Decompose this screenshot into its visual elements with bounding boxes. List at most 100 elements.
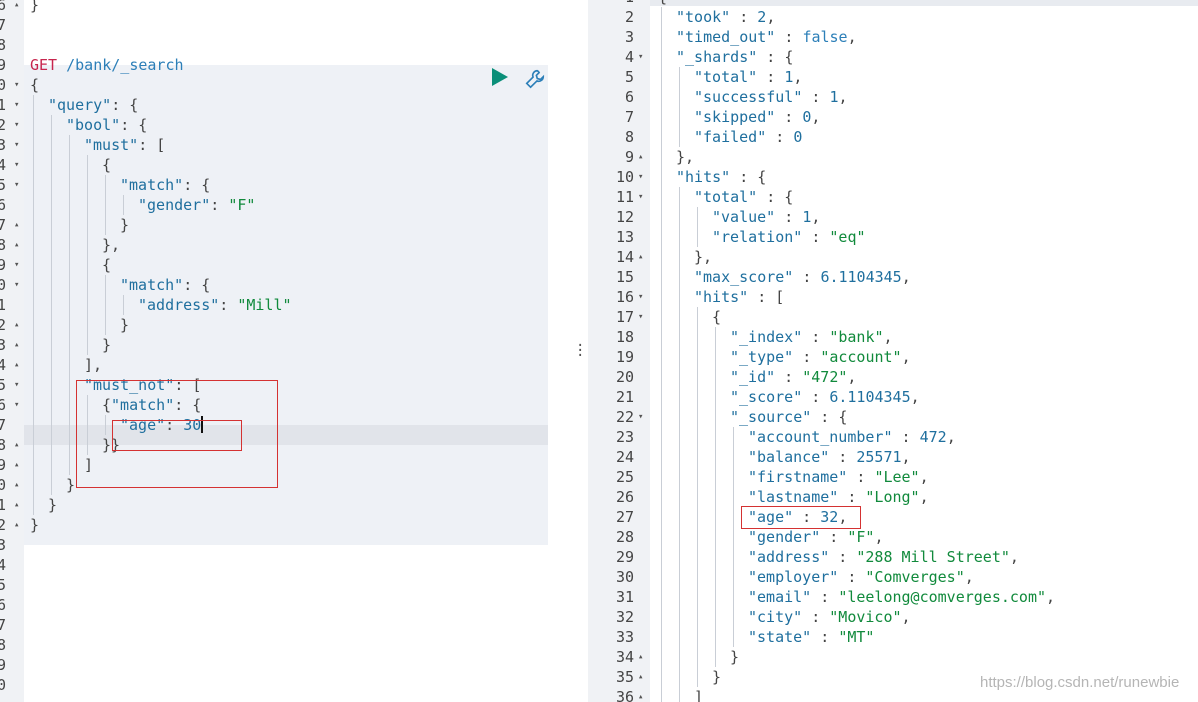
fold-collapse-icon[interactable]: ▾ <box>14 75 19 95</box>
fold-collapse-icon[interactable]: ▾ <box>638 47 643 67</box>
code-token: : <box>811 628 839 646</box>
indent-guide <box>87 255 88 275</box>
fold-collapse-icon[interactable]: ▾ <box>14 115 19 135</box>
fold-collapse-icon[interactable]: ▾ <box>14 375 19 395</box>
code-token: "query" <box>48 96 112 114</box>
fold-expand-icon[interactable]: ▴ <box>14 0 19 15</box>
indent-guide <box>661 27 662 47</box>
code-token: , <box>1046 588 1056 606</box>
indent-guide <box>733 487 734 507</box>
fold-expand-icon[interactable]: ▴ <box>14 335 19 355</box>
indent-guide <box>33 135 34 155</box>
fold-collapse-icon[interactable]: ▾ <box>638 307 643 327</box>
request-line: 3 ▴} <box>0 335 570 355</box>
request-line: 9 GET /bank/_search <box>0 55 570 75</box>
code-token: } <box>30 0 40 14</box>
indent-guide <box>661 87 662 107</box>
fold-expand-icon[interactable]: ▴ <box>14 435 19 455</box>
fold-expand-icon[interactable]: ▴ <box>638 647 643 667</box>
fold-expand-icon[interactable]: ▴ <box>14 515 19 535</box>
indent-guide <box>715 547 716 567</box>
code-token: GET <box>30 56 58 74</box>
code-token: 1 <box>829 88 839 106</box>
indent-guide <box>51 215 52 235</box>
indent-guide <box>105 315 106 335</box>
code-token: : [ <box>138 136 166 154</box>
code-text: } <box>30 335 111 355</box>
play-icon[interactable] <box>492 68 508 86</box>
fold-expand-icon[interactable]: ▴ <box>14 215 19 235</box>
line-number: 34 <box>615 648 634 666</box>
code-token: : <box>892 428 920 446</box>
code-token: } <box>48 496 58 514</box>
line-number: 8 <box>624 128 634 146</box>
fold-expand-icon[interactable]: ▴ <box>638 247 643 267</box>
request-line: 5 <box>0 575 570 595</box>
fold-collapse-icon[interactable]: ▾ <box>14 395 19 415</box>
line-number: 21 <box>615 388 634 406</box>
code-token: : <box>802 228 830 246</box>
line-number: 22 <box>615 408 634 426</box>
indent-guide <box>33 355 34 375</box>
code-text: "max_score" : 6.1104345, <box>658 267 911 287</box>
line-number: 16 <box>615 288 634 306</box>
indent-guide <box>679 647 680 667</box>
fold-collapse-icon[interactable]: ▾ <box>14 135 19 155</box>
vertical-grip-icon[interactable]: · · · <box>576 339 584 363</box>
fold-collapse-icon[interactable]: ▾ <box>14 95 19 115</box>
indent-guide <box>661 147 662 167</box>
line-number: 6 <box>0 596 6 614</box>
fold-expand-icon[interactable]: ▴ <box>638 667 643 687</box>
fold-expand-icon[interactable]: ▴ <box>638 147 643 167</box>
indent-guide <box>87 275 88 295</box>
line-number: 36 <box>615 688 634 702</box>
fold-expand-icon[interactable]: ▴ <box>14 455 19 475</box>
line-number: 33 <box>615 628 634 646</box>
fold-expand-icon[interactable]: ▴ <box>14 315 19 335</box>
wrench-icon[interactable] <box>524 68 546 90</box>
code-token: "address" <box>138 296 220 314</box>
indent-guide <box>679 247 680 267</box>
fold-collapse-icon[interactable]: ▾ <box>638 0 643 7</box>
fold-expand-icon[interactable]: ▴ <box>638 687 643 702</box>
fold-collapse-icon[interactable]: ▾ <box>638 167 643 187</box>
code-text: } <box>30 475 75 495</box>
fold-expand-icon[interactable]: ▴ <box>14 235 19 255</box>
fold-collapse-icon[interactable]: ▾ <box>14 175 19 195</box>
line-number: 27 <box>615 508 634 526</box>
indent-guide <box>679 87 680 107</box>
fold-expand-icon[interactable]: ▴ <box>14 475 19 495</box>
fold-expand-icon[interactable]: ▴ <box>14 495 19 515</box>
indent-guide <box>661 267 662 287</box>
fold-collapse-icon[interactable]: ▾ <box>14 275 19 295</box>
fold-collapse-icon[interactable]: ▾ <box>638 287 643 307</box>
indent-guide <box>51 355 52 375</box>
fold-expand-icon[interactable]: ▴ <box>14 355 19 375</box>
request-editor[interactable]: 6 ▴} 7 8 9 GET /bank/_search 0 ▾{1 ▾ "query": {2 ▾… <box>0 0 570 702</box>
watermark: https://blog.csdn.net/runewbie <box>980 674 1180 691</box>
line-number: 9 <box>624 148 634 166</box>
request-line: 1 ▴} <box>0 495 570 515</box>
indent-guide <box>105 215 106 235</box>
fold-collapse-icon[interactable]: ▾ <box>14 255 19 275</box>
fold-collapse-icon[interactable]: ▾ <box>638 407 643 427</box>
indent-guide <box>33 495 34 515</box>
request-line: 5 ▾ "match": { <box>0 175 570 195</box>
code-token: "472" <box>802 368 848 386</box>
code-token: "match" <box>120 276 184 294</box>
indent-guide <box>715 507 716 527</box>
code-token: 6.1104345 <box>820 268 902 286</box>
code-text: "hits" : [ <box>658 287 784 307</box>
indent-guide <box>679 207 680 227</box>
code-token: : { <box>111 96 139 114</box>
fold-collapse-icon[interactable]: ▾ <box>638 187 643 207</box>
indent-guide <box>679 467 680 487</box>
code-token: : <box>802 388 830 406</box>
code-text: "firstname" : "Lee", <box>658 467 929 487</box>
code-text: "state" : "MT" <box>658 627 874 647</box>
code-text: { <box>30 155 111 175</box>
fold-collapse-icon[interactable]: ▾ <box>14 155 19 175</box>
code-token: : <box>820 528 848 546</box>
line-number: 8 <box>0 636 6 654</box>
indent-guide <box>33 315 34 335</box>
